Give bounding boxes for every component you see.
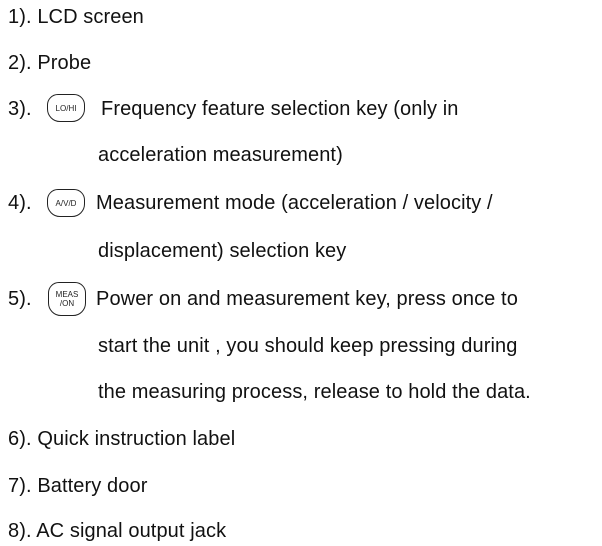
key-label-line-1: MEAS	[55, 290, 79, 299]
item-number: 1).	[8, 6, 32, 28]
item-text: Frequency feature selection key (only in	[101, 98, 459, 120]
key-label: MEAS /ON	[56, 290, 79, 308]
item-text: Quick instruction label	[37, 428, 236, 450]
item-number: 7).	[8, 475, 32, 497]
key-label: LO/HI	[55, 103, 77, 113]
key-label: A/V/D	[55, 198, 77, 208]
list-item-3-number: 3).	[8, 97, 32, 121]
list-item-5-line-2: start the unit , you should keep pressin…	[98, 334, 518, 358]
item-text: displacement) selection key	[98, 240, 347, 262]
list-item-4-line-1: Measurement mode (acceleration / velocit…	[96, 191, 493, 215]
list-item-4-number: 4).	[8, 191, 32, 215]
meas-on-key-icon: MEAS /ON	[48, 282, 86, 316]
key-label-line-2: /ON	[59, 299, 75, 308]
list-item-4-line-2: displacement) selection key	[98, 239, 346, 263]
list-item-8: 8). AC signal output jack	[8, 519, 226, 543]
item-text: Probe	[37, 52, 92, 74]
item-text: AC signal output jack	[36, 520, 227, 542]
item-number: 4).	[8, 192, 32, 214]
item-text: the measuring process, release to hold t…	[98, 381, 531, 403]
item-number: 3).	[8, 98, 32, 120]
item-number: 8).	[8, 520, 32, 542]
lo-hi-key-icon: LO/HI	[47, 94, 85, 122]
item-text: Measurement mode (acceleration / velocit…	[96, 192, 493, 214]
list-item-5-line-1: Power on and measurement key, press once…	[96, 287, 518, 311]
item-text: LCD screen	[37, 6, 144, 28]
list-item-2: 2). Probe	[8, 51, 91, 75]
item-text: start the unit , you should keep pressin…	[98, 335, 518, 357]
list-item-1: 1). LCD screen	[8, 5, 144, 29]
item-number: 6).	[8, 428, 32, 450]
list-item-3-line-1: Frequency feature selection key (only in	[101, 97, 459, 121]
item-number: 5).	[8, 288, 32, 310]
list-item-5-number: 5).	[8, 287, 32, 311]
item-text: Power on and measurement key, press once…	[96, 288, 518, 310]
list-item-3-line-2: acceleration measurement)	[98, 143, 343, 167]
item-text: Battery door	[37, 475, 148, 497]
item-number: 2).	[8, 52, 32, 74]
a-v-d-key-icon: A/V/D	[47, 189, 85, 217]
list-item-6: 6). Quick instruction label	[8, 427, 235, 451]
list-item-7: 7). Battery door	[8, 474, 147, 498]
list-item-5-line-3: the measuring process, release to hold t…	[98, 380, 531, 404]
item-text: acceleration measurement)	[98, 144, 343, 166]
